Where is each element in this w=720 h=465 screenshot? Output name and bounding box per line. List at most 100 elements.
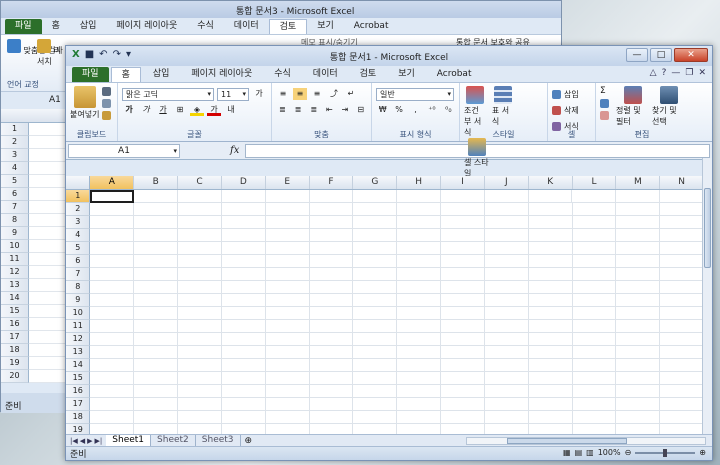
row-header[interactable]: 14	[66, 359, 91, 372]
back-cell[interactable]	[29, 227, 66, 240]
align-middle-icon[interactable]: ≡	[293, 88, 307, 100]
cell[interactable]	[90, 203, 135, 216]
column-header[interactable]: H	[397, 176, 442, 189]
cell[interactable]	[572, 372, 617, 385]
cell[interactable]	[572, 411, 617, 424]
cell[interactable]	[134, 242, 179, 255]
sort-filter-button[interactable]: 정렬 및 필터	[616, 86, 650, 127]
delete-cells-button[interactable]: 삭제	[552, 102, 591, 118]
cell[interactable]	[90, 281, 135, 294]
cell[interactable]	[660, 294, 704, 307]
cell[interactable]	[660, 385, 704, 398]
cell[interactable]	[397, 229, 442, 242]
cell[interactable]	[266, 424, 310, 434]
cell[interactable]	[221, 190, 266, 203]
cell[interactable]	[178, 281, 222, 294]
fill-color-icon[interactable]: ◈	[190, 104, 204, 116]
cell[interactable]	[397, 307, 442, 320]
cell[interactable]	[221, 359, 266, 372]
row-header[interactable]: 18	[66, 411, 91, 424]
cell[interactable]	[441, 281, 485, 294]
cell[interactable]	[528, 229, 573, 242]
back-cell[interactable]	[29, 253, 66, 266]
row-header[interactable]: 19	[66, 424, 91, 434]
back-row-header[interactable]: 20	[1, 370, 29, 383]
cell[interactable]	[221, 372, 266, 385]
cell[interactable]	[265, 346, 310, 359]
worksheet-grid[interactable]: ABCDEFGHIJKLMN 1 2 3 4 5 6 7 8 9 10 11 12 13 14 15 16 17…	[66, 176, 704, 434]
cell[interactable]	[616, 203, 661, 216]
autosum-button[interactable]: Σ	[600, 86, 609, 96]
prev-sheet-icon[interactable]: ◀	[80, 437, 85, 445]
cell[interactable]	[660, 242, 704, 255]
italic-button[interactable]: 가	[139, 104, 153, 116]
column-header[interactable]: J	[485, 176, 529, 189]
cell[interactable]	[353, 281, 398, 294]
back-row-header[interactable]: 13	[1, 279, 29, 292]
cell[interactable]	[353, 424, 398, 434]
cell[interactable]	[484, 333, 529, 346]
column-header[interactable]: N	[660, 176, 704, 189]
cell[interactable]	[573, 424, 617, 434]
cell[interactable]	[441, 359, 485, 372]
zoom-slider[interactable]	[635, 448, 696, 457]
cell[interactable]	[484, 372, 529, 385]
zoom-out-icon[interactable]: ⊖	[625, 448, 632, 457]
row-header[interactable]: 10	[66, 307, 91, 320]
cell[interactable]	[660, 372, 704, 385]
back-row-header[interactable]: 16	[1, 318, 29, 331]
cell[interactable]	[353, 320, 398, 333]
column-header[interactable]: G	[353, 176, 398, 189]
cell[interactable]	[441, 372, 485, 385]
row-header[interactable]: 6	[66, 255, 91, 268]
cell[interactable]	[397, 320, 442, 333]
cell[interactable]	[572, 385, 617, 398]
page-layout-view-icon[interactable]: ▤	[575, 448, 583, 457]
cell[interactable]	[265, 255, 310, 268]
cell[interactable]	[134, 346, 179, 359]
cell[interactable]	[572, 333, 617, 346]
cell[interactable]	[441, 411, 485, 424]
cell[interactable]	[134, 424, 179, 434]
cell[interactable]	[528, 359, 573, 372]
cell[interactable]	[178, 320, 222, 333]
cell[interactable]	[221, 268, 266, 281]
cell[interactable]	[178, 333, 222, 346]
cell[interactable]	[484, 255, 529, 268]
cell[interactable]	[90, 294, 135, 307]
cell[interactable]	[660, 216, 704, 229]
cell[interactable]	[353, 216, 398, 229]
cell[interactable]	[221, 294, 266, 307]
cell[interactable]	[134, 255, 179, 268]
last-sheet-icon[interactable]: ▶|	[95, 437, 103, 445]
cell[interactable]	[265, 398, 310, 411]
cell[interactable]	[397, 216, 442, 229]
cell[interactable]	[134, 359, 179, 372]
cell[interactable]	[90, 333, 135, 346]
cell[interactable]	[616, 411, 661, 424]
cell[interactable]	[178, 372, 222, 385]
excel-window[interactable]: X ■ ↶ ↷ ▾ 통합 문서1 - Microsoft Excel — □ ✕…	[65, 45, 713, 461]
cell[interactable]	[134, 307, 179, 320]
cell[interactable]	[221, 242, 266, 255]
cell[interactable]	[221, 411, 266, 424]
cell[interactable]	[353, 398, 398, 411]
cell[interactable]	[265, 242, 310, 255]
cell[interactable]	[353, 268, 398, 281]
horizontal-scrollbar[interactable]	[466, 437, 706, 445]
tab-home[interactable]: 홈	[110, 67, 141, 82]
doc-restore-icon[interactable]: ❐	[685, 68, 693, 78]
cell[interactable]	[441, 307, 485, 320]
back-row-header[interactable]: 7	[1, 201, 29, 214]
indent-decrease-icon[interactable]: ⇤	[323, 104, 336, 116]
cell[interactable]	[572, 281, 617, 294]
cell[interactable]	[134, 333, 179, 346]
cell[interactable]	[178, 385, 222, 398]
cell[interactable]	[484, 307, 529, 320]
cell[interactable]	[134, 372, 179, 385]
cell[interactable]	[134, 203, 179, 216]
back-namebox[interactable]: A1	[49, 95, 61, 105]
row-header[interactable]: 16	[66, 385, 91, 398]
cell[interactable]	[221, 307, 266, 320]
cell[interactable]	[485, 424, 529, 434]
